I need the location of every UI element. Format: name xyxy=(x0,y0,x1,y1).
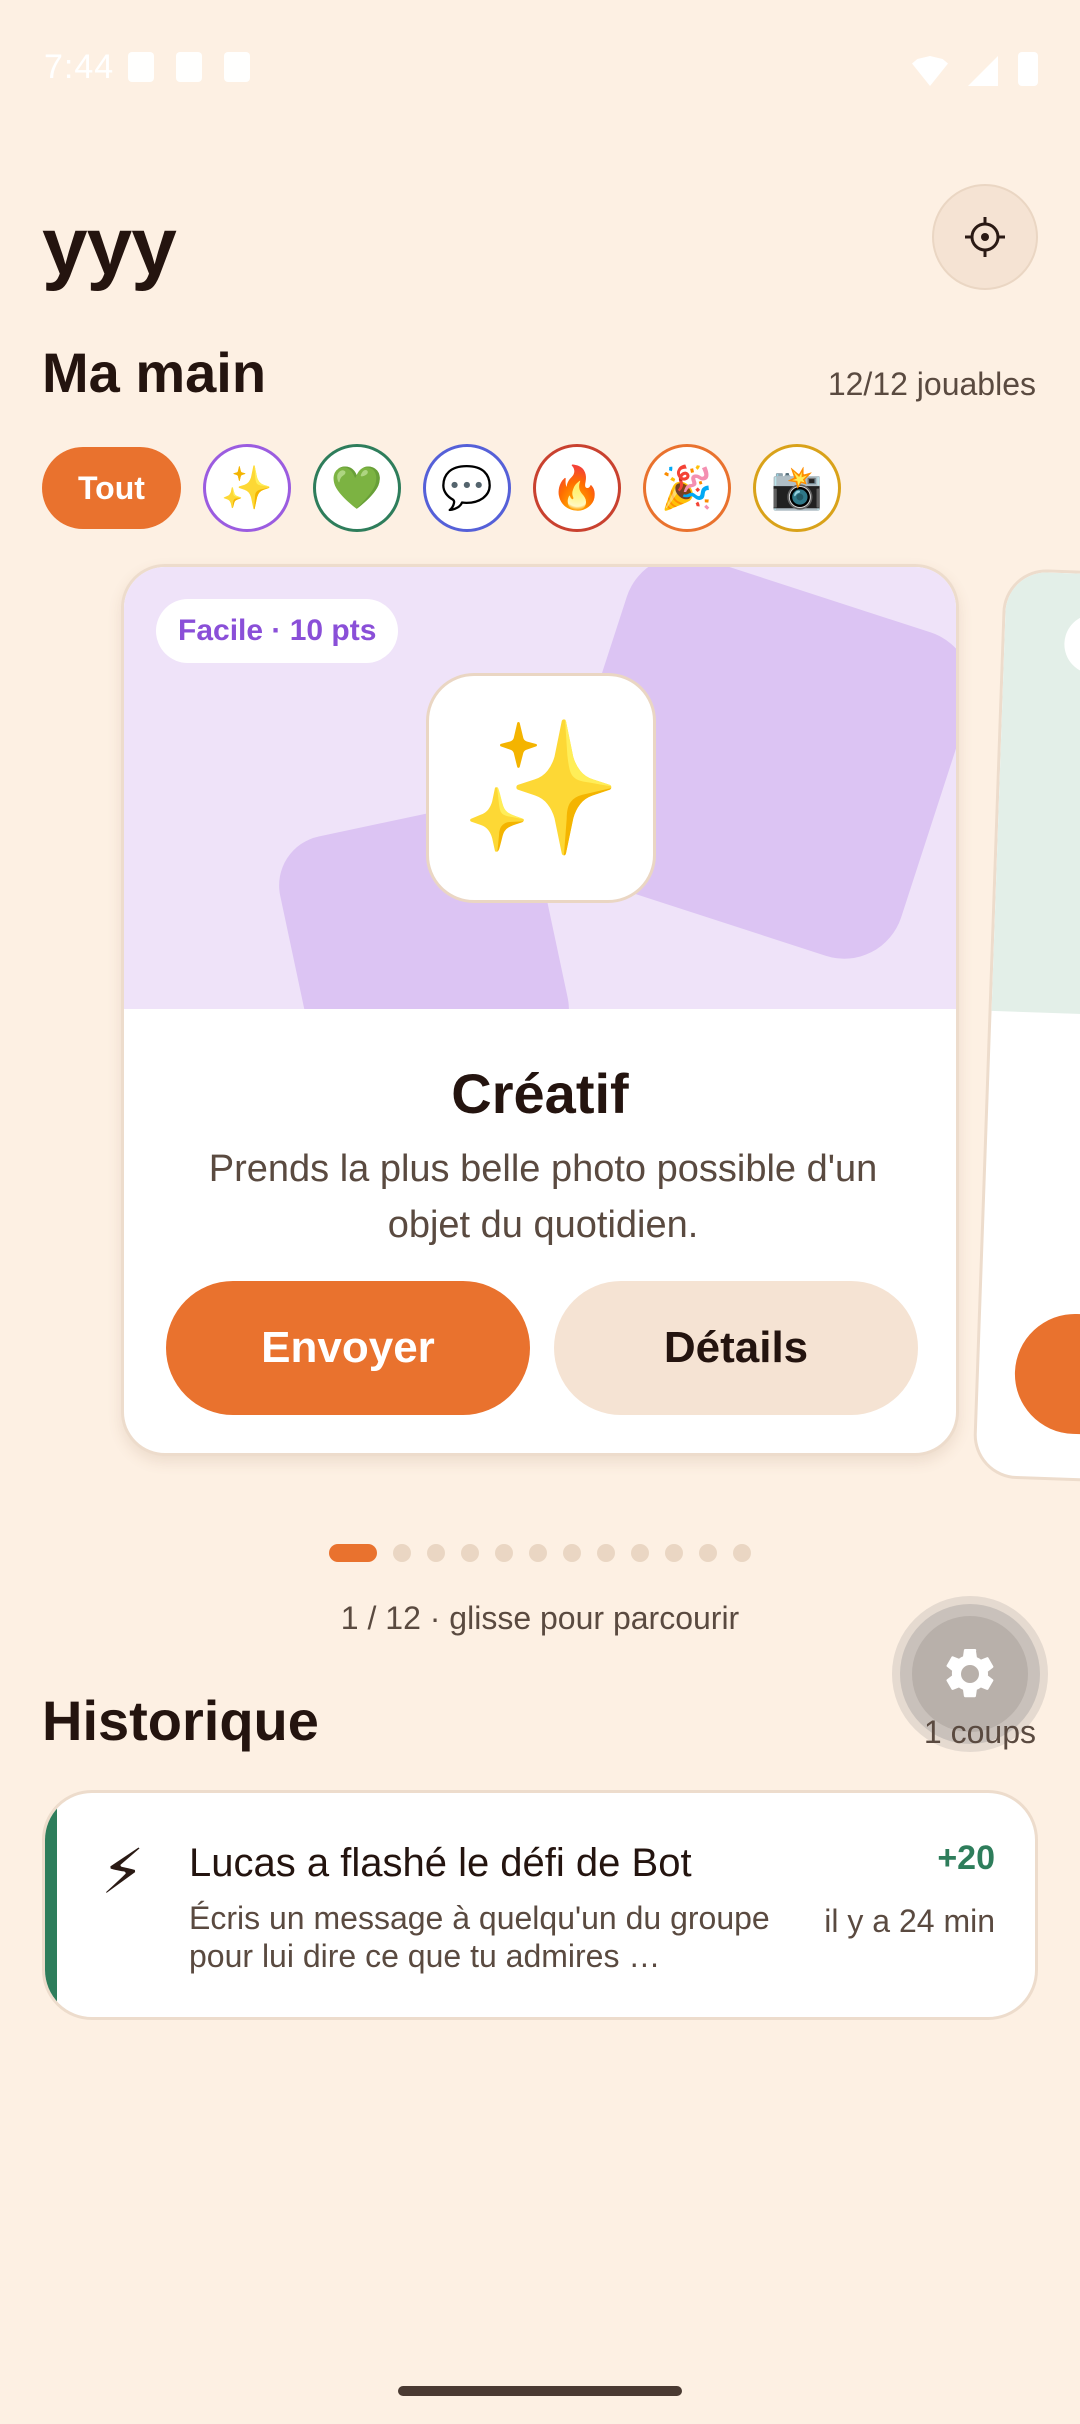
sd-card-icon xyxy=(176,52,202,82)
history-item[interactable]: ⚡ Lucas a flashé le défi de Bot Écris un… xyxy=(42,1790,1038,2020)
locate-button[interactable] xyxy=(932,184,1038,290)
party-popper-icon: 🎉 xyxy=(660,463,714,511)
history-count: 1 coups xyxy=(923,1714,1036,1750)
carousel-dot[interactable] xyxy=(329,1544,377,1562)
send-button[interactable] xyxy=(1012,1311,1080,1439)
carousel-dot[interactable] xyxy=(699,1544,717,1562)
sparkles-icon: ✨ xyxy=(426,673,656,903)
challenge-card[interactable]: Facile · 10 pts ✨ Créatif Prends la plus… xyxy=(121,564,959,1456)
status-time: 7:44 xyxy=(44,48,115,86)
card-description: Prends la plus belle photo possible d'un… xyxy=(208,1148,878,1246)
carousel-dot[interactable] xyxy=(529,1544,547,1562)
carousel-dot[interactable] xyxy=(563,1544,581,1562)
history-item-time: il y a 24 min xyxy=(824,1903,995,1939)
filter-photo-chip[interactable]: 📸 xyxy=(752,444,841,532)
filter-creative-chip[interactable]: ✨ xyxy=(202,444,291,532)
next-challenge-card[interactable] xyxy=(972,568,1080,1488)
carousel-dot[interactable] xyxy=(393,1544,411,1562)
camera-flash-icon: 📸 xyxy=(770,463,824,511)
filter-bold-chip[interactable]: 🔥 xyxy=(532,444,621,532)
keyboard-icon xyxy=(224,52,250,82)
filter-kindness-chip[interactable]: 💚 xyxy=(312,444,401,532)
category-filters: Tout ✨ 💚 💬 🔥 🎉 📸 xyxy=(42,444,841,532)
history-item-title: Lucas a flashé le défi de Bot xyxy=(189,1841,692,1885)
section-title-hand: Ma main xyxy=(42,341,267,404)
status-bar: 7:44 xyxy=(0,0,1080,140)
lightning-icon: ⚡ xyxy=(101,1838,145,1907)
history-accent-bar xyxy=(45,1793,57,2017)
carousel-dot[interactable] xyxy=(631,1544,649,1562)
signal-icon xyxy=(968,56,998,86)
home-indicator[interactable] xyxy=(398,2386,682,2396)
status-system-icons xyxy=(912,52,1038,86)
filter-all-chip[interactable]: Tout xyxy=(42,447,181,529)
history-item-points: +20 xyxy=(937,1839,995,1877)
gear-icon xyxy=(946,1648,994,1698)
history-item-description: Écris un message à quelqu'un du groupe p… xyxy=(189,1900,770,1974)
green-heart-icon: 💚 xyxy=(330,463,384,511)
target-icon xyxy=(965,217,1005,257)
card-illustration: Facile · 10 pts ✨ xyxy=(124,567,956,1009)
card-title: Créatif xyxy=(451,1062,629,1125)
filter-message-chip[interactable]: 💬 xyxy=(422,444,511,532)
page-title: yyy xyxy=(42,201,177,292)
wifi-icon xyxy=(912,56,948,86)
status-notification-icons xyxy=(128,52,250,82)
details-button[interactable]: Détails xyxy=(554,1281,918,1415)
carousel-dot[interactable] xyxy=(495,1544,513,1562)
speech-bubble-icon: 💬 xyxy=(440,463,494,511)
carousel-dot[interactable] xyxy=(733,1544,751,1562)
difficulty-badge: Facile · 10 pts xyxy=(156,599,399,663)
sparkles-icon: ✨ xyxy=(220,463,274,511)
section-title-history: Historique xyxy=(42,1689,319,1752)
carousel-pagination xyxy=(0,1544,1080,1562)
fire-icon: 🔥 xyxy=(550,463,604,511)
carousel-dot[interactable] xyxy=(461,1544,479,1562)
playable-count: 12/12 jouables xyxy=(827,366,1036,402)
carousel-dot[interactable] xyxy=(427,1544,445,1562)
carousel-dot[interactable] xyxy=(665,1544,683,1562)
battery-icon xyxy=(1018,52,1038,86)
filter-party-chip[interactable]: 🎉 xyxy=(642,444,731,532)
send-button[interactable]: Envoyer xyxy=(166,1281,530,1415)
carousel-dot[interactable] xyxy=(597,1544,615,1562)
shield-icon xyxy=(128,52,154,82)
